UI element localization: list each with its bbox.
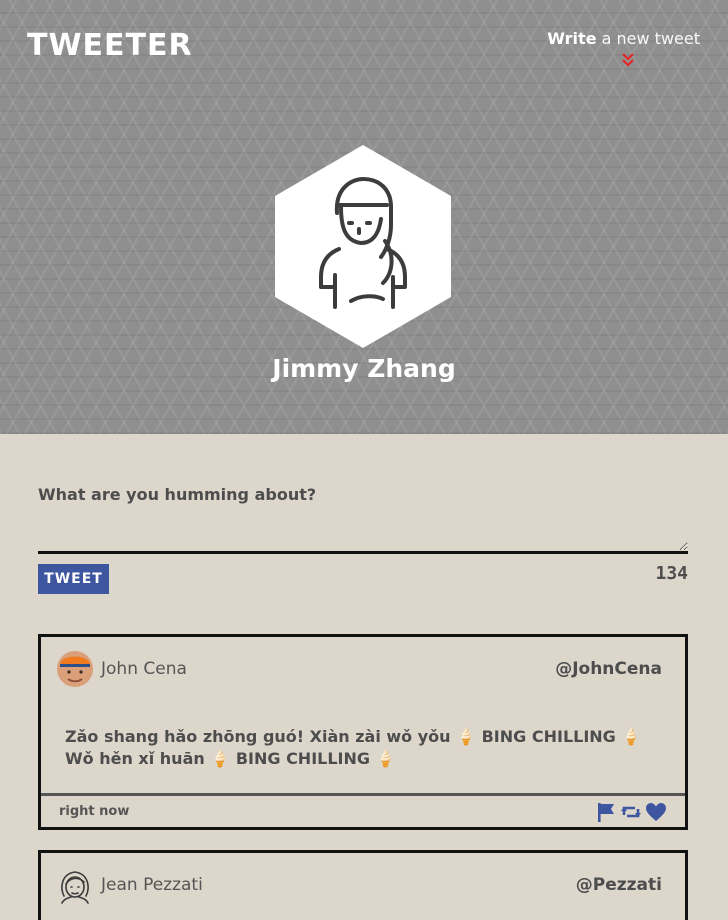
heart-icon[interactable]: [645, 801, 667, 823]
tweet-button[interactable]: TWEET: [38, 564, 109, 594]
write-new-tweet-strong: Write: [547, 29, 597, 48]
profile-name: Jimmy Zhang: [272, 354, 456, 383]
tweet-user-handle: @JohnCena: [555, 659, 662, 679]
tweet-card: Jean Pezzati @Pezzati: [38, 850, 688, 920]
girl-avatar-icon: [61, 871, 89, 904]
tweet-user-name: John Cena: [101, 659, 187, 679]
char-counter: 134: [655, 563, 688, 584]
profile-header: TWEETER Write a new tweet Jimmy Zhang: [0, 0, 728, 434]
retweet-icon[interactable]: [620, 801, 642, 823]
john-cena-avatar-icon: [57, 651, 93, 687]
tweet-card: John Cena @JohnCena Zǎo shang hǎo zhōng …: [38, 634, 688, 830]
double-chevron-down-icon[interactable]: [621, 52, 635, 68]
tweet-textarea[interactable]: [38, 510, 688, 554]
tweet-user-handle: @Pezzati: [575, 875, 662, 895]
tweet-footer: right now: [41, 793, 685, 827]
write-new-tweet-rest: a new tweet: [596, 29, 700, 48]
tweet-actions: [595, 801, 667, 823]
profile-avatar: [275, 145, 451, 348]
tweet-body: Zǎo shang hǎo zhōng guó! Xiàn zài wǒ yǒu…: [65, 727, 642, 768]
flag-icon[interactable]: [595, 801, 617, 823]
app-logo[interactable]: TWEETER: [27, 29, 193, 63]
compose-label: What are you humming about?: [38, 485, 317, 504]
tweet-user-name: Jean Pezzati: [101, 875, 203, 895]
write-new-tweet-toggle[interactable]: Write a new tweet: [540, 29, 700, 49]
tweet-timestamp: right now: [59, 804, 130, 819]
